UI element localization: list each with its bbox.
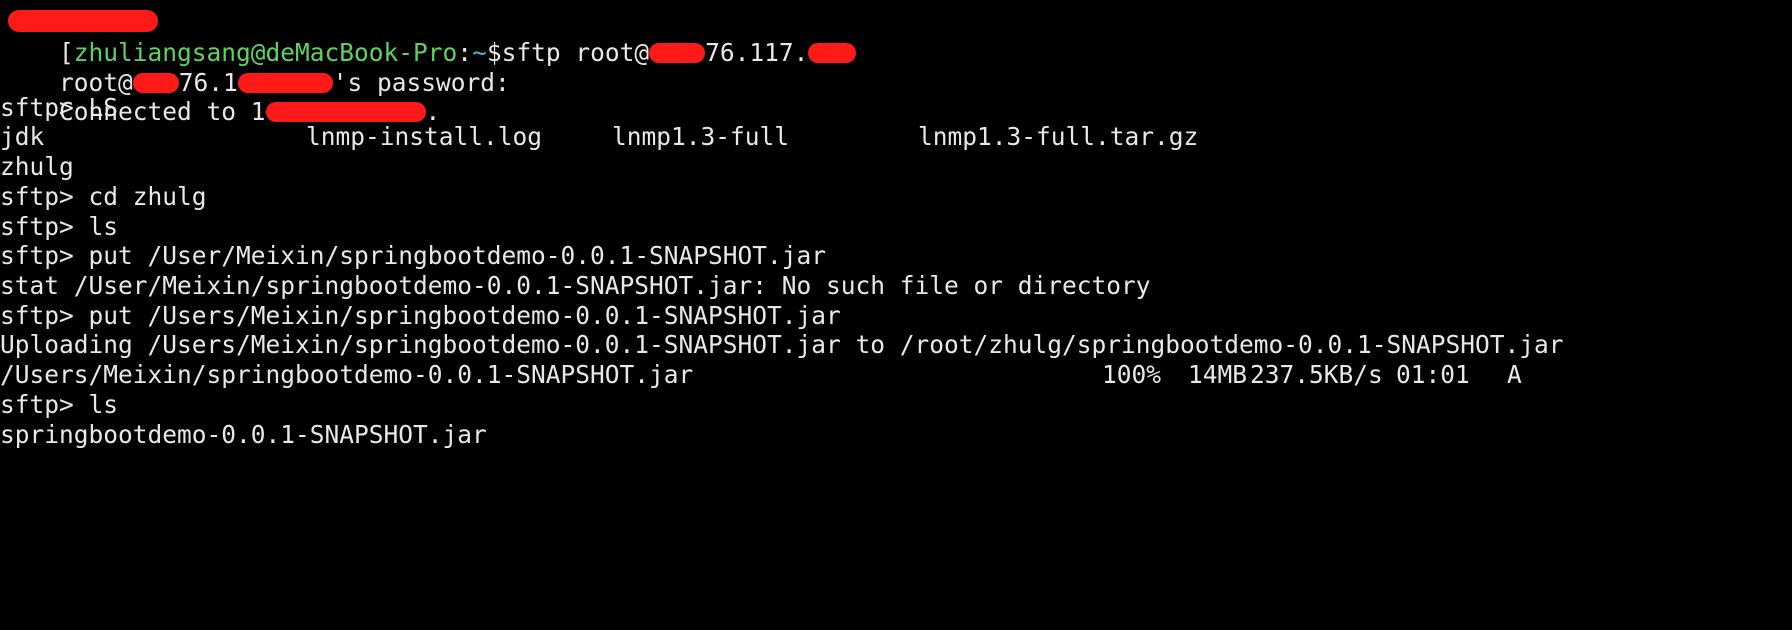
redaction-mark xyxy=(808,43,857,63)
listing-item: zhulg xyxy=(0,152,74,181)
terminal-line-connected: Connected to 1. xyxy=(0,61,440,126)
redaction-mark xyxy=(8,10,158,32)
transfer-size: 14MB xyxy=(1188,360,1248,389)
transfer-flag: A xyxy=(1507,360,1522,389)
transfer-rate: 237.5KB/s xyxy=(1250,360,1383,389)
terminal-line: sftp> put /User/Meixin/springbootdemo-0.… xyxy=(0,241,827,270)
directory-listing-row: jdk lnmp-install.log lnmp1.3-full lnmp1.… xyxy=(0,120,1792,154)
transfer-progress-row: /Users/Meixin/springbootdemo-0.0.1-SNAPS… xyxy=(0,358,1792,392)
terminal-line-error: stat /User/Meixin/springbootdemo-0.0.1-S… xyxy=(0,271,1151,300)
transfer-percent: 100% xyxy=(1102,360,1162,389)
transfer-file-path: /Users/Meixin/springbootdemo-0.0.1-SNAPS… xyxy=(0,360,694,389)
redaction-mark xyxy=(649,43,706,63)
terminal-window[interactable]: [zhuliangsang@deMacBook-Pro:~$sftp root@… xyxy=(0,0,1792,518)
terminal-line: sftp> ls xyxy=(0,390,119,419)
terminal-line-uploading: Uploading /Users/Meixin/springbootdemo-0… xyxy=(0,330,1564,359)
terminal-line: sftp> cd zhulg xyxy=(0,182,207,211)
ip-fragment: 76.117. xyxy=(705,38,809,67)
sftp-command: $sftp root@ xyxy=(486,38,650,67)
redaction-mark xyxy=(265,102,426,122)
listing-item: lnmp1.3-full xyxy=(612,122,790,151)
listing-item: lnmp1.3-full.tar.gz xyxy=(918,122,1199,151)
transfer-time: 01:01 xyxy=(1396,360,1470,389)
listing-item: springbootdemo-0.0.1-SNAPSHOT.jar xyxy=(0,420,487,449)
listing-item: lnmp-install.log xyxy=(306,122,543,151)
listing-item: jdk xyxy=(0,122,45,151)
